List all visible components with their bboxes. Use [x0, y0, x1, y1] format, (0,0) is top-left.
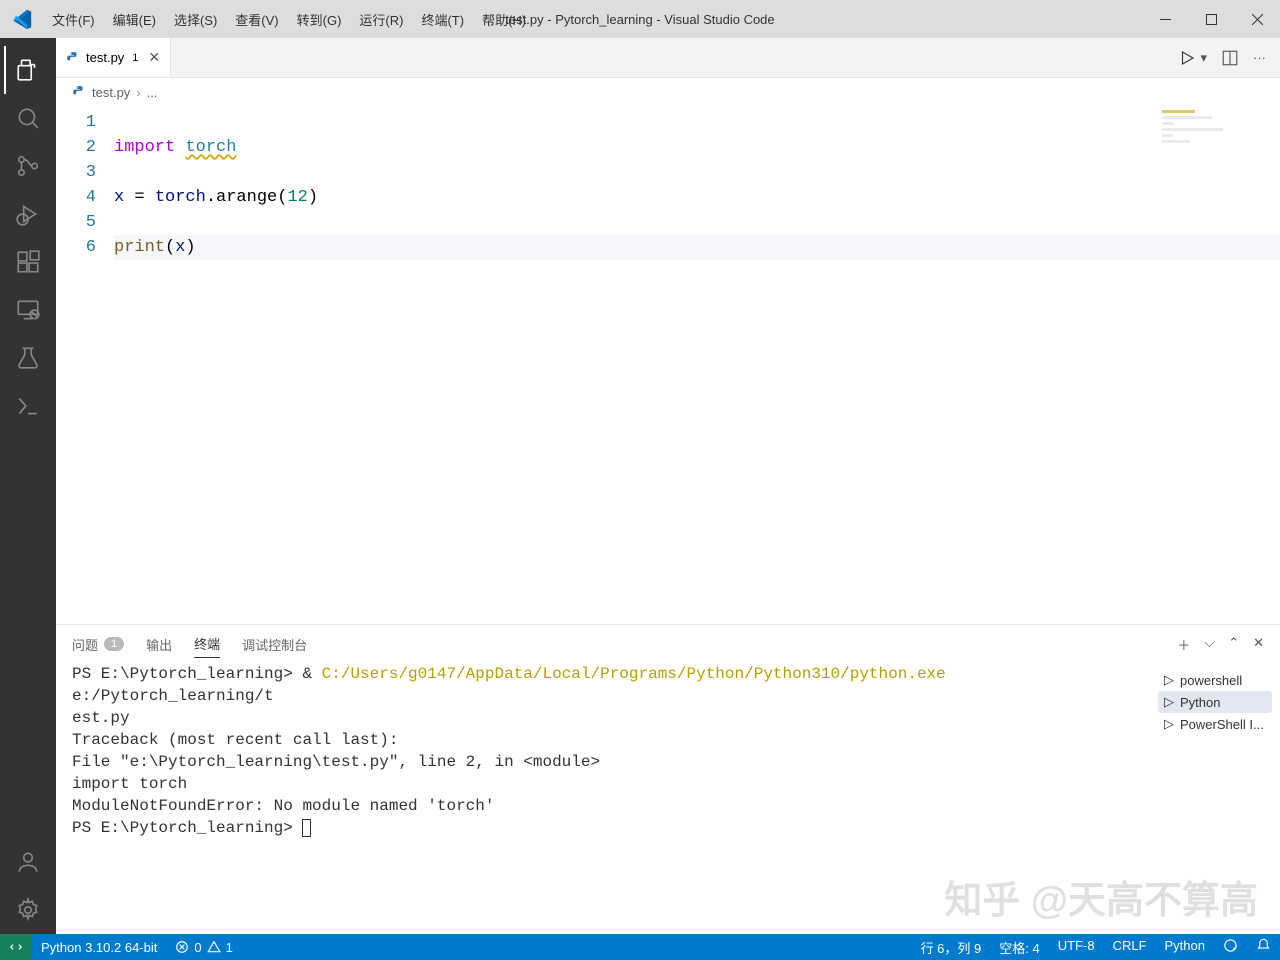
minimize-button[interactable]	[1142, 0, 1188, 38]
terminal-list: ▷powershell ▷Python ▷PowerShell I...	[1150, 663, 1280, 934]
terminal-output[interactable]: PS E:\Pytorch_learning> & C:/Users/g0147…	[56, 663, 1150, 934]
terminal-item-icon: ▷	[1164, 672, 1174, 688]
split-editor-icon[interactable]	[1221, 49, 1239, 67]
remote-indicator[interactable]	[0, 934, 32, 960]
warning-icon	[207, 940, 221, 954]
panel-tab-output[interactable]: 输出	[146, 631, 172, 658]
extensions-icon[interactable]	[4, 238, 52, 286]
language-mode[interactable]: Python	[1156, 938, 1214, 953]
error-icon	[175, 940, 189, 954]
account-icon[interactable]	[4, 838, 52, 886]
close-button[interactable]	[1234, 0, 1280, 38]
code-line	[114, 110, 1280, 135]
close-panel-icon[interactable]: ✕	[1253, 635, 1264, 654]
code-area[interactable]: import torch x = torch.arange(12) print(…	[114, 106, 1280, 624]
debug-icon[interactable]	[4, 190, 52, 238]
code-line-current: print(x)	[114, 235, 1280, 260]
chevron-right-icon: ›	[136, 85, 140, 100]
editor[interactable]: 1 2 3 4 5 6 import torch x = torch.arang…	[56, 106, 1280, 624]
maximize-panel-icon[interactable]: ⌃	[1228, 635, 1239, 654]
run-button-icon[interactable]	[1178, 49, 1196, 67]
search-icon[interactable]	[4, 94, 52, 142]
terminal-item-python[interactable]: ▷Python	[1158, 691, 1272, 713]
source-control-icon[interactable]	[4, 142, 52, 190]
problems-indicator[interactable]: 0 1	[166, 934, 241, 960]
cursor-position[interactable]: 行 6，列 9	[912, 938, 991, 957]
panel-tab-debug[interactable]: 调试控制台	[242, 631, 307, 658]
editor-tabs: test.py 1 ✕ ▾ ···	[56, 38, 1280, 78]
tab-dirty-indicator: 1	[132, 52, 138, 64]
minimap[interactable]	[1162, 110, 1272, 210]
settings-icon[interactable]	[4, 886, 52, 934]
panel-tabs: 问题1 输出 终端 调试控制台 ＋ ⌵ ⌃ ✕	[56, 625, 1280, 663]
explorer-icon[interactable]	[4, 46, 52, 94]
indentation[interactable]: 空格: 4	[990, 938, 1048, 957]
breadcrumb[interactable]: test.py › ...	[56, 78, 1280, 106]
terminal-dropdown-icon[interactable]: ⌵	[1204, 635, 1214, 654]
new-terminal-icon[interactable]: ＋	[1177, 635, 1190, 654]
panel-tab-terminal[interactable]: 终端	[194, 630, 220, 658]
menubar: 文件(F) 编辑(E) 选择(S) 查看(V) 转到(G) 运行(R) 终端(T…	[44, 6, 534, 33]
encoding[interactable]: UTF-8	[1049, 938, 1104, 953]
remote-explorer-icon[interactable]	[4, 286, 52, 334]
status-bar: Python 3.10.2 64-bit 0 1 行 6，列 9 空格: 4 U…	[0, 934, 1280, 960]
menu-edit[interactable]: 编辑(E)	[105, 6, 164, 33]
bottom-panel: 问题1 输出 终端 调试控制台 ＋ ⌵ ⌃ ✕ PS E:\Pytorch_le…	[56, 624, 1280, 934]
menu-view[interactable]: 查看(V)	[227, 6, 286, 33]
feedback-icon[interactable]	[1214, 938, 1247, 953]
powershell-extension-icon[interactable]	[4, 382, 52, 430]
activity-bar	[0, 38, 56, 934]
tab-close-icon[interactable]: ✕	[148, 49, 160, 66]
terminal-item-powershell[interactable]: ▷powershell	[1158, 669, 1272, 691]
window-controls	[1142, 0, 1280, 38]
menu-select[interactable]: 选择(S)	[166, 6, 225, 33]
panel-tab-problems[interactable]: 问题1	[72, 631, 124, 658]
code-line: x = torch.arange(12)	[114, 185, 1280, 210]
titlebar: 文件(F) 编辑(E) 选择(S) 查看(V) 转到(G) 运行(R) 终端(T…	[0, 0, 1280, 38]
terminal-item-icon: ▷	[1164, 694, 1174, 710]
code-line	[114, 160, 1280, 185]
breadcrumb-more: ...	[147, 85, 158, 100]
run-dropdown-icon[interactable]: ▾	[1200, 50, 1207, 66]
line-gutter: 1 2 3 4 5 6	[56, 106, 114, 624]
terminal-item-powershell-ise[interactable]: ▷PowerShell I...	[1158, 713, 1272, 735]
tab-label: test.py	[86, 50, 124, 65]
menu-terminal[interactable]: 终端(T)	[413, 6, 472, 33]
problems-count-badge: 1	[104, 637, 124, 651]
code-line: import torch	[114, 135, 1280, 160]
eol[interactable]: CRLF	[1104, 938, 1156, 953]
maximize-button[interactable]	[1188, 0, 1234, 38]
python-file-icon	[72, 85, 86, 99]
terminal-item-icon: ▷	[1164, 716, 1174, 732]
menu-file[interactable]: 文件(F)	[44, 6, 103, 33]
terminal-cursor	[302, 819, 311, 837]
python-interpreter[interactable]: Python 3.10.2 64-bit	[32, 934, 166, 960]
menu-goto[interactable]: 转到(G)	[289, 6, 350, 33]
python-file-icon	[66, 51, 80, 65]
menu-run[interactable]: 运行(R)	[351, 6, 411, 33]
notifications-icon[interactable]	[1247, 938, 1280, 953]
testing-icon[interactable]	[4, 334, 52, 382]
tab-test-py[interactable]: test.py 1 ✕	[56, 38, 171, 77]
window-title: test.py - Pytorch_learning - Visual Stud…	[505, 12, 774, 27]
breadcrumb-file: test.py	[92, 85, 130, 100]
code-line	[114, 210, 1280, 235]
vscode-logo-icon	[12, 9, 32, 29]
more-actions-icon[interactable]: ···	[1253, 50, 1266, 65]
